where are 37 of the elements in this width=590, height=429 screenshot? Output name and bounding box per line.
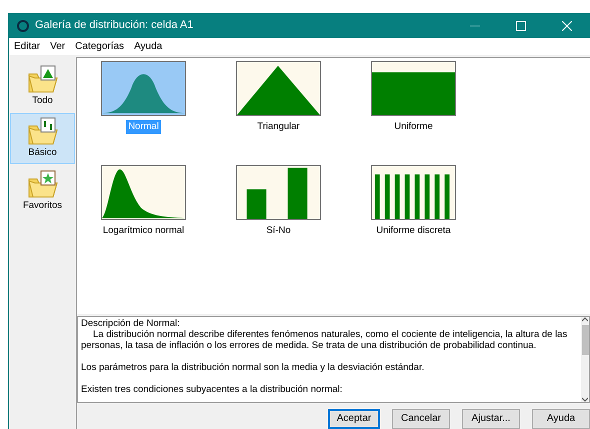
distribution-label[interactable]: Sí-No xyxy=(264,224,293,238)
description-title: Descripción de Normal: xyxy=(81,318,181,328)
app-icon xyxy=(17,20,29,32)
scrollbar-thumb[interactable] xyxy=(582,325,588,356)
distribution-thumbnail[interactable] xyxy=(236,61,321,116)
distribution-thumbnail[interactable] xyxy=(101,165,186,220)
dialog-button[interactable]: Aceptar xyxy=(328,409,380,429)
scrollbar[interactable] xyxy=(581,316,589,402)
sidebar-item[interactable]: Básico xyxy=(10,113,75,164)
scroll-down-icon[interactable] xyxy=(582,397,588,402)
dialog-button[interactable]: Ayuda xyxy=(532,409,590,429)
description-paragraph: Los parámetros para la distribución normal son la media y la desviación estándar. xyxy=(81,362,426,372)
distribution-thumbnail[interactable] xyxy=(236,165,321,220)
distribution-thumbnail[interactable] xyxy=(101,61,186,116)
close-button[interactable] xyxy=(562,20,572,30)
distribution-label[interactable]: Triangular xyxy=(255,120,302,134)
folder-icon xyxy=(26,168,58,198)
distribution-thumbnail[interactable] xyxy=(371,61,456,116)
sidebar-item[interactable]: Todo xyxy=(10,61,75,112)
menu-item[interactable]: Editar xyxy=(9,39,46,54)
description-paragraph: Existen tres condiciones subyacentes a la distribución normal: xyxy=(81,384,344,394)
folder-icon xyxy=(26,64,58,94)
window-title: Galería de distribución: celda A1 xyxy=(35,18,194,34)
menu-item[interactable]: Categorías xyxy=(70,39,130,54)
dialog-button[interactable]: Cancelar xyxy=(392,409,450,429)
sidebar-item[interactable]: Favoritos xyxy=(10,166,75,216)
description-paragraph: La distribución normal describe diferentes fenómenos naturales, como el cociente de inteligencia, la altura de las personas, la tasa de inflación o los errores de medida. Se trata de una distribución de probabilidad continua. xyxy=(81,328,568,350)
dialog-button[interactable]: Ajustar... xyxy=(462,409,520,429)
menu-item[interactable]: Ver xyxy=(45,39,70,54)
distribution-thumbnail[interactable] xyxy=(371,165,456,220)
folder-icon xyxy=(26,116,58,146)
distribution-label[interactable]: Uniforme xyxy=(392,120,435,134)
scroll-up-icon[interactable] xyxy=(582,316,588,322)
maximize-button[interactable] xyxy=(516,20,526,30)
distribution-label[interactable]: Uniforme discreta xyxy=(374,224,453,238)
menu-item[interactable]: Ayuda xyxy=(129,39,168,54)
distribution-label[interactable]: Logarítmico normal xyxy=(100,224,186,238)
